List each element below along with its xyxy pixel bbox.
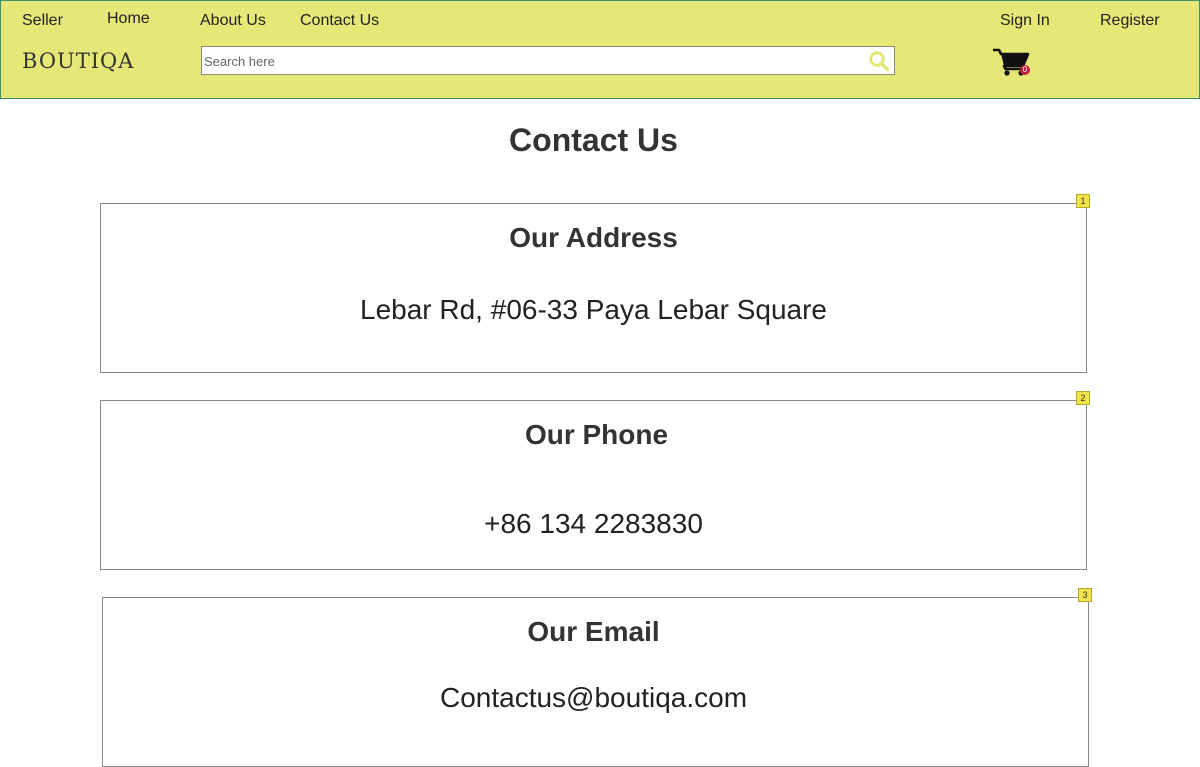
phone-value: +86 134 2283830: [484, 508, 703, 539]
address-card: 1 Our Address Lebar Rd, #06-33 Paya Leba…: [100, 194, 1090, 373]
address-value: Lebar Rd, #06-33 Paya Lebar Square: [360, 294, 827, 325]
address-card-title: Our Address: [509, 222, 678, 253]
card-index-badge: 2: [1076, 391, 1090, 405]
card-index-badge: 1: [1076, 194, 1090, 208]
nav-link-seller[interactable]: Seller: [22, 12, 63, 30]
cart-button[interactable]: 0: [992, 47, 1034, 77]
phone-card-title: Our Phone: [524, 419, 669, 450]
email-card: 3 Our Email Contactus@boutiqa.com: [102, 588, 1092, 767]
nav-link-sign-in[interactable]: Sign In: [1000, 12, 1050, 30]
nav-link-about-us[interactable]: About Us: [200, 12, 266, 30]
search-bar: [201, 46, 895, 75]
nav-link-home[interactable]: Home: [107, 10, 150, 28]
brand-logo[interactable]: BOUTIQA: [22, 49, 134, 73]
search-input[interactable]: [204, 51, 854, 71]
email-card-title: Our Email: [527, 616, 660, 647]
cart-count-badge: 0: [1020, 65, 1030, 75]
card-index-badge: 3: [1078, 588, 1092, 602]
nav-link-register[interactable]: Register: [1100, 12, 1160, 30]
search-icon[interactable]: [868, 50, 890, 72]
email-value: Contactus@boutiqa.com: [439, 682, 748, 713]
top-header: Seller Home About Us Contact Us Sign In …: [0, 0, 1200, 99]
nav-link-contact-us[interactable]: Contact Us: [300, 12, 379, 30]
phone-card: 2 Our Phone +86 134 2283830: [100, 391, 1090, 570]
page-title: Contact Us: [509, 122, 678, 158]
